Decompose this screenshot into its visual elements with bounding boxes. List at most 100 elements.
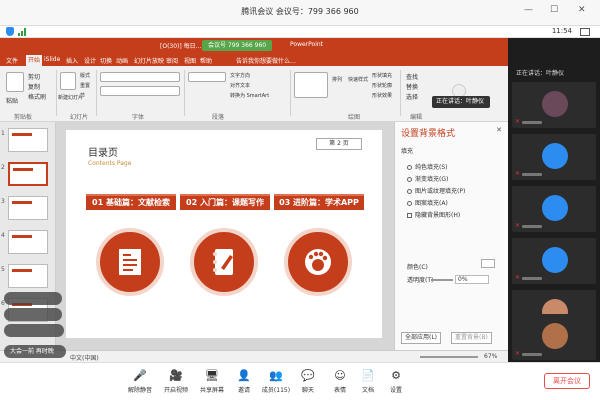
ribbon-tab[interactable]: 开始 [26,55,43,66]
new-slide-icon[interactable] [60,72,76,90]
close-icon[interactable]: ✕ [578,5,586,15]
fill-option-gradient[interactable]: 渐变填充(G) [407,174,448,183]
apply-all-button[interactable]: 全部应用(L) [401,332,442,344]
participant-tile[interactable]: ✕ [512,82,596,128]
ribbon-tabs: 文件 开始 iSlide 插入 设计 切换 动画 幻灯片放映 审阅 视图 帮助 告诉我你想要做什么… [0,54,508,66]
gallery-view-icon[interactable] [580,28,590,36]
window-titlebar: 腾讯会议 会议号：799 366 960 — ☐ ✕ [0,0,600,26]
replace-button[interactable]: 替换 [406,82,418,91]
fill-section[interactable]: 填充 [401,146,413,155]
participant-tile[interactable]: ✕ [512,186,596,232]
select-button[interactable]: 选择 [406,92,418,101]
ribbon-tab[interactable]: 插入 [66,56,78,65]
format-painter-button[interactable]: 格式刷 [28,92,46,101]
ppt-app-name: PowerPoint [290,41,324,48]
shape-outline-button[interactable]: 形状轮廓 [372,82,392,89]
current-slide[interactable]: 目录页 Contents Page 第 2 页 01 基础篇：文献检索 02 入… [66,130,382,338]
shield-icon[interactable] [6,27,14,36]
slide-number: 2 [1,164,5,171]
ribbon-tab[interactable]: 动画 [116,56,128,65]
ribbon-tab[interactable]: 审阅 [166,56,178,65]
notebook-circle-icon [190,228,258,296]
slide-thumbnail[interactable] [8,128,48,152]
shape-fill-button[interactable]: 形状填充 [372,72,392,79]
paste-icon[interactable] [6,72,24,92]
slide-editing-area: 目录页 Contents Page 第 2 页 01 基础篇：文献检索 02 入… [56,122,394,350]
slide-number: 5 [1,266,5,273]
fill-option-pattern[interactable]: 图案填充(A) [407,198,448,207]
leave-meeting-button[interactable]: 离开会议 [544,373,590,389]
ppt-titlebar: [O(30)] 每日… 会议号 799 366 960 PowerPoint [0,38,508,54]
ribbon-tab[interactable]: 设计 [84,56,96,65]
fill-option-solid[interactable]: 纯色填充(S) [407,162,448,171]
close-icon[interactable]: ✕ [496,126,502,134]
ppt-file-label: [O(30)] 每日… [160,43,202,50]
video-off-icon: 🎥 [169,369,183,382]
sharing-indicator[interactable]: 会议号 799 366 960 [202,40,273,51]
paragraph-format-row[interactable] [188,72,226,82]
participant-tile[interactable]: ✕ [512,238,596,284]
slide-thumbnail[interactable] [8,230,48,254]
ribbon-tab[interactable]: 切换 [100,56,112,65]
ppt-statusbar: 中文(中国) 67% [0,350,508,362]
hide-background-checkbox[interactable]: 隐藏背景图形(H) [407,210,460,219]
slide-thumbnail[interactable] [8,196,48,220]
group-clipboard: 剪贴板 [14,114,33,121]
participant-name-blurred [522,353,542,356]
transparency-input[interactable]: 0% [455,275,489,284]
zoom-level[interactable]: 67% [484,353,497,360]
participant-tile[interactable]: ✕ [512,134,596,180]
ribbon-tab[interactable]: 视图 [184,56,196,65]
text-direction-button[interactable]: 文字方向 [230,72,250,79]
align-text-button[interactable]: 对齐文本 [230,82,250,89]
transparency-slider[interactable] [431,279,453,281]
section-button[interactable]: 节 [80,92,85,99]
slide-thumbnail[interactable] [8,162,48,186]
color-picker-button[interactable] [481,259,495,268]
ribbon-tab[interactable]: 帮助 [200,56,212,65]
paste-button[interactable]: 粘贴 [6,96,18,105]
arrange-button[interactable]: 排列 [332,76,342,83]
zoom-slider[interactable] [420,356,478,358]
muted-mic-icon: ✕ [515,118,521,125]
document-circle-icon [96,228,164,296]
signal-icon[interactable] [18,28,28,36]
cut-button[interactable]: 剪切 [28,72,40,81]
find-button[interactable]: 查找 [406,72,418,81]
participant-name-blurred [522,173,542,176]
unmute-button[interactable]: 🎤 解除静音 [120,367,160,394]
toolbar-label: 解除静音 [127,387,152,394]
fill-option-picture[interactable]: 图片或纹理填充(P) [407,186,465,195]
quick-styles-button[interactable]: 快速样式 [348,76,368,83]
settings-button[interactable]: ⚙ 设置 [376,367,416,394]
chat-bubble[interactable] [4,292,62,305]
tell-me-search[interactable]: 告诉我你想要做什么… [236,56,296,65]
chat-bubble[interactable] [4,324,64,337]
reset-button[interactable]: 重置 [80,82,90,89]
ribbon-tab[interactable]: 文件 [6,56,18,65]
chat-bubble[interactable] [4,308,62,321]
start-video-button[interactable]: 🎥 开启视频 [156,367,196,394]
slide-thumbnail[interactable] [8,264,48,288]
layout-button[interactable]: 版式 [80,72,90,79]
shape-effects-button[interactable]: 形状效果 [372,92,392,99]
chat-bubble[interactable]: 大会一前 再时晚 [4,345,66,358]
muted-mic-icon: ✕ [515,274,521,281]
section-label-1: 01 基础篇：文献检索 [92,198,170,207]
font-format-row[interactable] [100,86,180,96]
shapes-gallery[interactable] [294,72,328,98]
smartart-button[interactable]: 转换为 SmartArt [230,92,269,99]
maximize-icon[interactable]: ☐ [550,5,558,15]
reset-background-button[interactable]: 重置背景(B) [451,332,492,344]
avatar [542,247,568,273]
avatar [542,195,568,221]
meeting-toolbar: 离开会议 🎤 解除静音 🎥 开启视频 🖥 共享屏幕 👤 邀请 👥 成员(115) 💬 聊天 ☺ 表情 📄 文档… [0,362,600,400]
minimize-icon[interactable]: — [524,5,533,15]
transparency-label: 透明度(T) [407,277,434,284]
participant-tile[interactable]: ✕ [512,314,596,360]
font-name-box[interactable] [100,72,180,82]
copy-button[interactable]: 复制 [28,82,40,91]
language-status: 中文(中国) [70,355,99,362]
ribbon-tab[interactable]: iSlide [44,56,60,63]
ribbon-tab[interactable]: 幻灯片放映 [134,56,164,65]
